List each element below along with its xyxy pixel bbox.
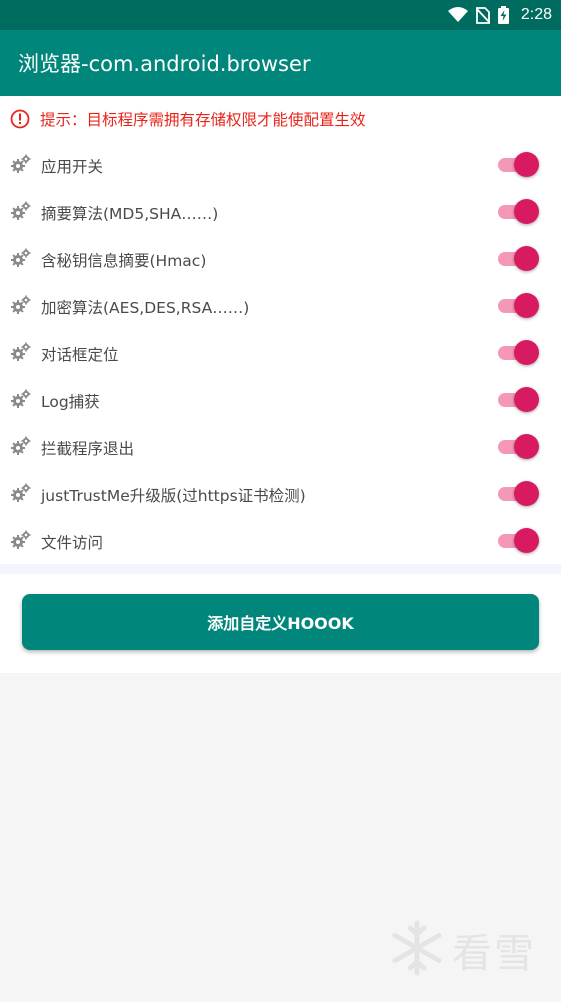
setting-row: 对话框定位 [0,330,561,377]
setting-toggle[interactable] [498,246,540,272]
toggle-thumb [514,340,539,365]
toggle-thumb [514,152,539,177]
setting-label: 拦截程序退出 [41,439,135,458]
notice-text: 提示：目标程序需拥有存储权限才能使配置生效 [40,111,366,129]
status-time: 2:28 [520,6,552,23]
gears-icon [10,247,32,269]
setting-toggle[interactable] [498,152,540,178]
watermark-text: 看雪 [452,931,536,977]
gears-icon [10,153,32,175]
divider [0,564,561,574]
gears-icon [10,388,32,410]
gears-icon [10,341,32,363]
toggle-thumb [514,387,539,412]
gears-icon [10,200,32,222]
status-bar: 2:28 [0,0,561,30]
toggle-thumb [514,434,539,459]
setting-row: Log捕获 [0,377,561,424]
gears-icon [10,482,32,504]
toggle-thumb [514,528,539,553]
setting-toggle[interactable] [498,434,540,460]
add-custom-hook-label: 添加自定义HOOOK [207,614,354,633]
setting-label: justTrustMe升级版(过https证书检测) [41,486,306,505]
app-toolbar: 浏览器-com.android.browser [0,30,561,96]
wifi-icon [447,7,468,23]
setting-label: Log捕获 [41,392,100,411]
setting-row: 文件访问 [0,518,561,565]
battery-charging-icon [497,6,509,24]
gears-icon [10,294,32,316]
setting-row: 应用开关 [0,142,561,189]
setting-toggle[interactable] [498,481,540,507]
setting-label: 对话框定位 [41,345,119,364]
setting-row: 摘要算法(MD5,SHA……) [0,189,561,236]
setting-toggle[interactable] [498,387,540,413]
storage-permission-notice: 提示：目标程序需拥有存储权限才能使配置生效 [10,106,366,132]
action-panel: 添加自定义HOOOK [0,574,561,673]
no-sim-icon [475,6,490,24]
gears-icon [10,435,32,457]
screen: 2:28 浏览器-com.android.browser 提示：目标程序需拥有存… [0,0,561,1002]
toggle-thumb [514,246,539,271]
setting-label: 含秘钥信息摘要(Hmac) [41,251,207,270]
gears-icon [10,529,32,551]
setting-toggle[interactable] [498,340,540,366]
setting-row: justTrustMe升级版(过https证书检测) [0,471,561,518]
setting-toggle[interactable] [498,293,540,319]
toggle-thumb [514,293,539,318]
kanxue-watermark: 看雪 [388,918,536,982]
setting-label: 加密算法(AES,DES,RSA……) [41,298,250,317]
setting-toggle[interactable] [498,528,540,554]
page-title: 浏览器-com.android.browser [18,52,311,76]
snowflake-icon [388,919,446,981]
toggle-thumb [514,481,539,506]
setting-toggle[interactable] [498,199,540,225]
warning-circle-icon [10,109,30,129]
toggle-thumb [514,199,539,224]
add-custom-hook-button[interactable]: 添加自定义HOOOK [22,594,539,650]
setting-row: 加密算法(AES,DES,RSA……) [0,283,561,330]
setting-label: 应用开关 [41,157,104,176]
settings-card: 提示：目标程序需拥有存储权限才能使配置生效 应用开关摘要算法(MD5,SHA……… [0,96,561,564]
setting-row: 拦截程序退出 [0,424,561,471]
setting-row: 含秘钥信息摘要(Hmac) [0,236,561,283]
setting-label: 文件访问 [41,533,104,552]
setting-label: 摘要算法(MD5,SHA……) [41,204,219,223]
